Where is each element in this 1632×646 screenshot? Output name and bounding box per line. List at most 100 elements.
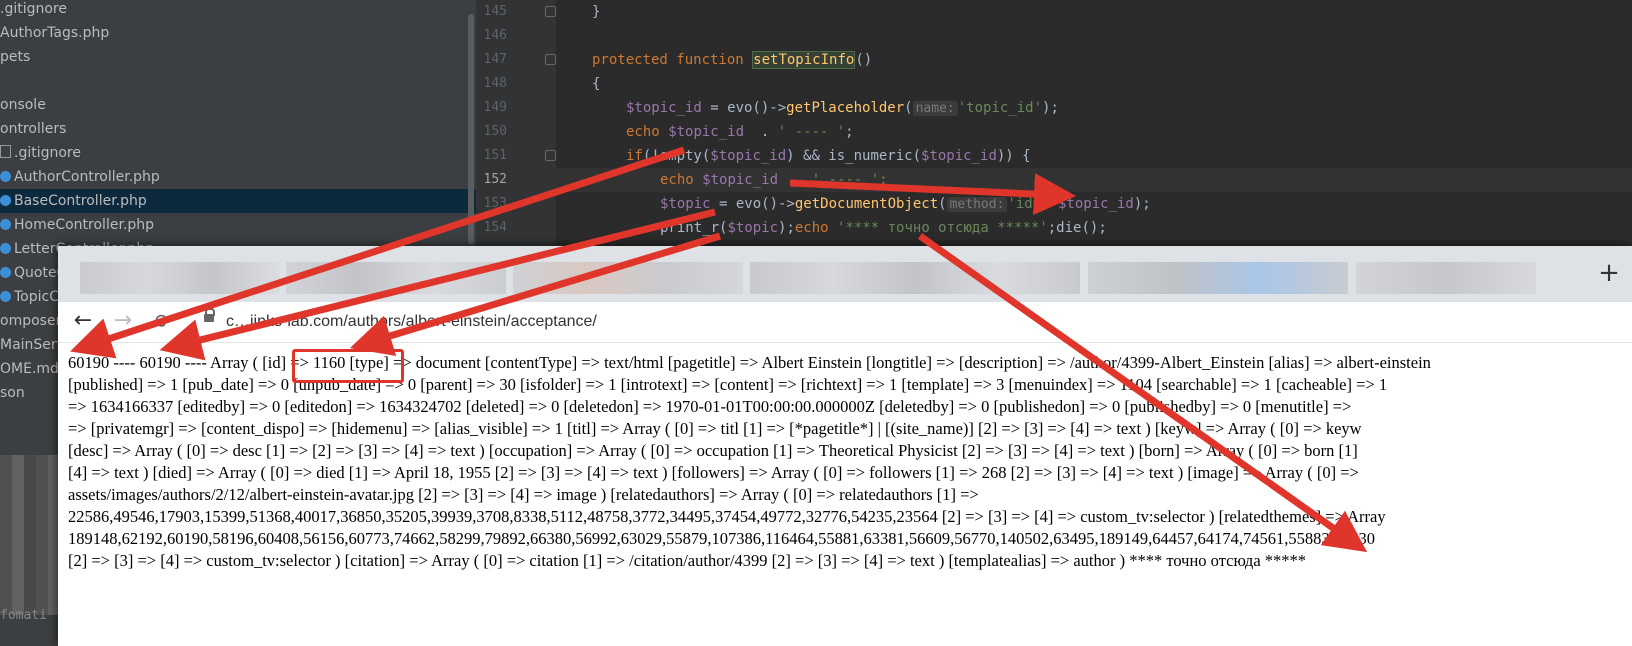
tree-item-label: son <box>0 385 25 401</box>
tree-item-mainservice[interactable]: MainServic <box>0 333 58 357</box>
line-number: 151 <box>483 148 507 163</box>
code-line-151: if(!empty($topic_id) && is_numeric($topi… <box>626 144 1031 168</box>
address-bar[interactable]: c…iinks-lab.com/authors/albert-einstein/… <box>226 307 597 337</box>
line-number: 154 <box>483 220 507 235</box>
code-string: ' ---- ' <box>777 124 846 140</box>
output-line: 22586,49546,17903,15399,51368,40017,3685… <box>68 507 1386 526</box>
code-text: . <box>744 124 778 140</box>
tree-item-label: TopicC <box>14 289 58 305</box>
code-text: ( <box>938 196 947 212</box>
new-tab-button[interactable]: + <box>1592 256 1626 290</box>
line-number: 146 <box>483 28 507 43</box>
code-text: = evo()-> <box>710 196 795 212</box>
php-file-icon <box>0 267 11 278</box>
page-output: 60190 ---- 60190 ---- Array ( [id] => 11… <box>68 352 1628 642</box>
code-keyword: if <box>626 148 643 164</box>
code-keyword: echo <box>794 220 838 236</box>
code-keyword: protected function <box>592 52 753 68</box>
back-button[interactable]: ← <box>68 306 98 336</box>
tree-item-readme[interactable]: OME.md <box>0 357 58 381</box>
php-file-icon <box>0 291 11 302</box>
tree-item-label: omposer. <box>0 313 58 329</box>
output-line: [desc] => Array ( [0] => desc [1] => [2]… <box>68 441 1358 460</box>
blurred-tab[interactable] <box>750 262 1080 294</box>
code-text: () <box>855 52 873 68</box>
tree-item-label: MainServic <box>0 337 58 353</box>
blurred-tab[interactable] <box>1088 262 1348 294</box>
line-number: 149 <box>483 100 507 115</box>
code-line-147: protected function setTopicInfo() <box>592 48 872 72</box>
line-number: 153 <box>483 196 507 211</box>
code-text: } <box>592 4 601 20</box>
output-line: 189148,62192,60190,58196,60408,56156,607… <box>68 529 1376 548</box>
code-text: ); <box>1042 100 1059 116</box>
code-text: { <box>592 76 601 92</box>
code-variable: $topic_id <box>668 124 745 140</box>
code-line-153: $topic = evo()->getDocumentObject(method… <box>660 192 1151 216</box>
output-line: [published] => 1 [pub_date] => 0 [unpub_… <box>68 375 1388 394</box>
blurred-tab[interactable] <box>80 262 280 294</box>
code-function-name: setTopicInfo <box>752 51 856 69</box>
fold-marker-icon[interactable] <box>545 150 556 161</box>
fold-marker-icon[interactable] <box>545 54 556 65</box>
code-variable: $topic_id <box>921 148 997 164</box>
code-variable: $topic_id <box>626 100 702 116</box>
code-text: , <box>1041 196 1058 212</box>
output-line: => 1634166337 [editedby] => 0 [editedon]… <box>68 397 1352 416</box>
code-line-148: { <box>592 72 600 96</box>
code-variable: $topic <box>660 196 711 212</box>
output-line: => [privatemgr] => [content_dispo] => [h… <box>68 419 1362 438</box>
tree-item-quotecontroller[interactable]: QuoteC <box>0 261 58 285</box>
blurred-region <box>0 455 60 615</box>
code-string: 'id' <box>1007 196 1042 212</box>
tree-item-label: QuoteC <box>14 265 58 281</box>
tab-strip: + <box>58 246 1632 302</box>
code-variable: $topic_id <box>1057 196 1134 212</box>
code-text: ( <box>904 100 913 116</box>
code-keyword: echo <box>626 124 669 140</box>
parameter-hint: method: <box>946 197 1008 212</box>
output-line: [4] => text ) [died] => Array ( [0] => d… <box>68 463 1359 482</box>
code-line-152: echo $topic_id . ' ---- '; <box>660 168 888 192</box>
code-text: )) { <box>996 148 1031 164</box>
code-string: 'topic_id' <box>957 100 1043 116</box>
code-variable: $topic <box>727 220 779 236</box>
line-number-current: 152 <box>483 172 507 187</box>
reload-button[interactable]: ⟳ <box>148 306 178 336</box>
parameter-hint: name: <box>912 101 958 116</box>
blurred-tab[interactable] <box>513 262 743 294</box>
php-file-icon <box>0 243 11 254</box>
line-number: 145 <box>483 4 507 19</box>
code-text: = evo()-> <box>701 100 787 116</box>
code-function: getPlaceholder <box>786 100 905 116</box>
tree-footer-label: fomati <box>0 608 47 623</box>
code-text: (!empty( <box>642 148 711 164</box>
line-number: 147 <box>483 52 507 67</box>
code-text: ); <box>1133 196 1151 212</box>
lock-icon[interactable] <box>204 308 215 322</box>
tree-item-json[interactable]: son <box>0 381 58 405</box>
code-text: ); <box>778 220 795 236</box>
fold-marker-icon[interactable] <box>545 6 556 17</box>
code-string: . ' ---- '; <box>778 172 888 188</box>
output-line: assets/images/authors/2/12/albert-einste… <box>68 485 979 504</box>
code-text: print_r( <box>660 220 728 236</box>
code-text: ; <box>845 124 854 140</box>
code-line-150: echo $topic_id . ' ---- '; <box>626 120 854 144</box>
tree-item-topiccontroller[interactable]: TopicC <box>0 285 58 309</box>
blurred-tab[interactable] <box>1356 262 1536 294</box>
code-string: '**** точно отсюда *****' <box>837 220 1048 236</box>
code-text: ) && is_numeric( <box>786 148 922 164</box>
code-text: ;die(); <box>1047 220 1107 236</box>
line-number: 150 <box>483 124 507 139</box>
blurred-tab[interactable] <box>286 262 506 294</box>
browser-toolbar: ← → ⟳ c…iinks-lab.com/authors/albert-ein… <box>58 302 1632 343</box>
tree-item-composer[interactable]: omposer. <box>0 309 58 333</box>
code-line-154: print_r($topic);echo '**** точно отсюда … <box>660 216 1107 240</box>
code-keyword: echo <box>660 172 703 188</box>
forward-button[interactable]: → <box>108 306 138 336</box>
code-line-149: $topic_id = evo()->getPlaceholder(name: '… <box>626 96 1059 120</box>
browser-window: + ← → ⟳ c…iinks-lab.com/authors/albert-e… <box>58 246 1632 646</box>
output-line: [2] => [3] => [4] => custom_tv:selector … <box>68 551 1307 570</box>
output-line: 60190 ---- 60190 ---- Array ( [id] => 11… <box>68 353 1431 372</box>
